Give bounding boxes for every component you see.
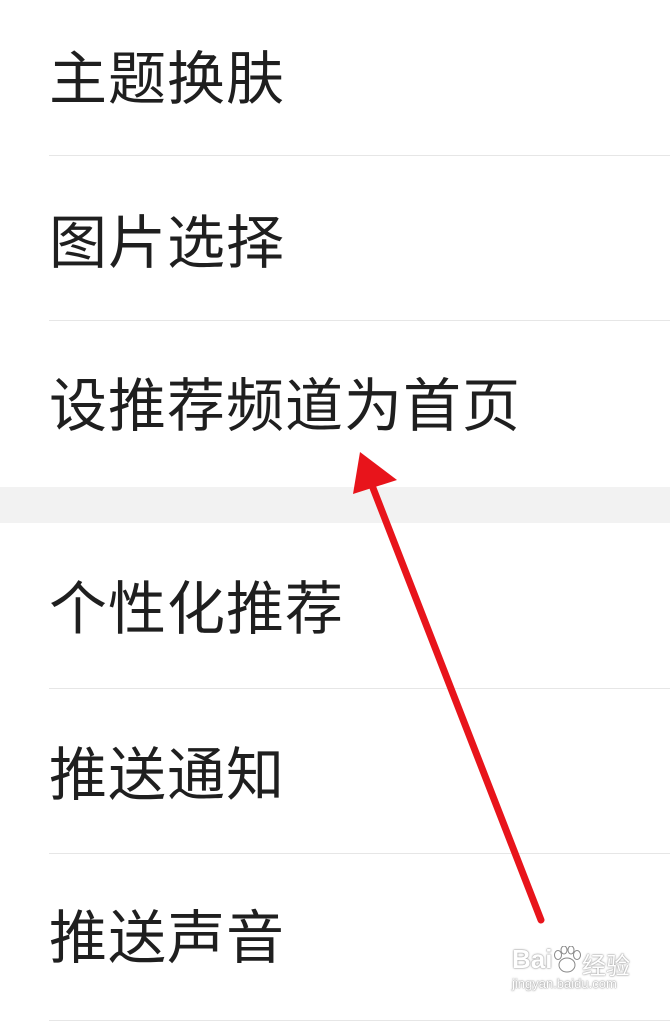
setting-row-recommended-channel-home[interactable]: 设推荐频道为首页 — [0, 321, 670, 487]
setting-label-theme-skin: 主题换肤 — [49, 45, 286, 113]
setting-label-personalized-recommendation: 个性化推荐 — [49, 575, 345, 643]
setting-row-theme-skin[interactable]: 主题换肤 — [0, 0, 670, 155]
baidu-jingyan-watermark: Bai 经验 jingyan.baidu.com — [512, 944, 640, 994]
baidu-paw-icon — [554, 946, 581, 973]
setting-row-image-selection[interactable]: 图片选择 — [0, 156, 670, 320]
watermark-brand: Bai — [512, 944, 553, 974]
section-separator — [0, 487, 670, 523]
row-divider — [49, 1020, 670, 1021]
setting-row-push-sound[interactable]: 推送声音 — [0, 854, 670, 1020]
setting-label-recommended-channel-home: 设推荐频道为首页 — [49, 372, 522, 440]
setting-label-push-sound: 推送声音 — [49, 904, 286, 972]
watermark-url: jingyan.baidu.com — [512, 976, 617, 991]
setting-label-push-notification: 推送通知 — [49, 741, 286, 809]
setting-label-image-selection: 图片选择 — [49, 209, 286, 277]
settings-page: 主题换肤 图片选择 设推荐频道为首页 个性化推荐 推送通知 推送声音 — [0, 0, 670, 1024]
setting-row-personalized-recommendation[interactable]: 个性化推荐 — [0, 523, 670, 688]
setting-row-push-notification[interactable]: 推送通知 — [0, 689, 670, 853]
